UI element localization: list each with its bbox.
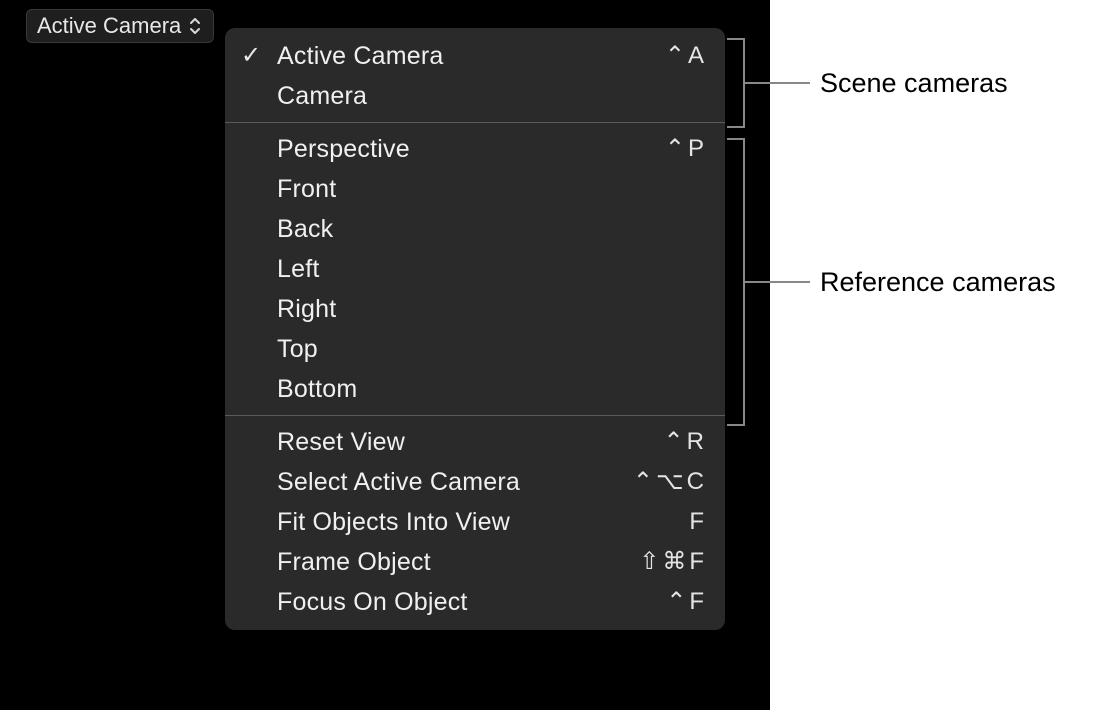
menu-item-right[interactable]: Right bbox=[225, 289, 725, 329]
menu-separator bbox=[225, 415, 725, 416]
menu-item-label: Right bbox=[277, 297, 707, 322]
menu-item-active-camera[interactable]: ✓ Active Camera ⌃A bbox=[225, 36, 725, 76]
menu-item-shortcut: ⌃⌥C bbox=[633, 470, 707, 494]
camera-dropdown[interactable]: Active Camera bbox=[26, 9, 214, 43]
camera-dropdown-label: Active Camera bbox=[37, 13, 181, 38]
menu-item-reset-view[interactable]: Reset View ⌃R bbox=[225, 422, 725, 462]
menu-item-label: Top bbox=[277, 337, 707, 362]
menu-item-label: Frame Object bbox=[277, 550, 639, 575]
menu-item-shortcut: ⌃F bbox=[666, 590, 707, 614]
chevrons-icon bbox=[189, 17, 207, 35]
menu-item-shortcut: ⌃P bbox=[665, 137, 707, 161]
camera-menu[interactable]: ✓ Active Camera ⌃A Camera Perspective ⌃P… bbox=[225, 28, 725, 630]
menu-item-focus-on-object[interactable]: Focus On Object ⌃F bbox=[225, 582, 725, 622]
menu-item-label: Fit Objects Into View bbox=[277, 510, 689, 535]
menu-item-shortcut: ⇧⌘F bbox=[639, 550, 707, 574]
menu-item-left[interactable]: Left bbox=[225, 249, 725, 289]
menu-item-fit-objects-into-view[interactable]: Fit Objects Into View F bbox=[225, 502, 725, 542]
leader-scene bbox=[745, 82, 810, 84]
checkmark-icon: ✓ bbox=[225, 44, 277, 68]
menu-item-label: Perspective bbox=[277, 137, 665, 162]
menu-separator bbox=[225, 122, 725, 123]
bracket-reference bbox=[727, 138, 745, 426]
callout-scene-cameras: Scene cameras bbox=[820, 68, 1008, 99]
bracket-scene bbox=[727, 38, 745, 128]
menu-item-label: Back bbox=[277, 217, 707, 242]
menu-item-top[interactable]: Top bbox=[225, 329, 725, 369]
menu-item-front[interactable]: Front bbox=[225, 169, 725, 209]
menu-item-camera[interactable]: Camera bbox=[225, 76, 725, 116]
menu-item-bottom[interactable]: Bottom bbox=[225, 369, 725, 409]
leader-reference bbox=[745, 281, 810, 283]
menu-item-label: Focus On Object bbox=[277, 590, 666, 615]
menu-item-shortcut: F bbox=[689, 510, 707, 534]
menu-item-select-active-camera[interactable]: Select Active Camera ⌃⌥C bbox=[225, 462, 725, 502]
menu-item-label: Select Active Camera bbox=[277, 470, 633, 495]
stage: Active Camera ✓ Active Camera ⌃A Camera … bbox=[0, 0, 1096, 710]
menu-item-label: Reset View bbox=[277, 430, 664, 455]
menu-item-shortcut: ⌃R bbox=[664, 430, 707, 454]
menu-item-frame-object[interactable]: Frame Object ⇧⌘F bbox=[225, 542, 725, 582]
menu-item-label: Camera bbox=[277, 84, 707, 109]
menu-item-back[interactable]: Back bbox=[225, 209, 725, 249]
menu-item-label: Left bbox=[277, 257, 707, 282]
menu-item-label: Front bbox=[277, 177, 707, 202]
menu-item-shortcut: ⌃A bbox=[665, 44, 707, 68]
menu-item-perspective[interactable]: Perspective ⌃P bbox=[225, 129, 725, 169]
callout-reference-cameras: Reference cameras bbox=[820, 267, 1056, 298]
menu-item-label: Bottom bbox=[277, 377, 707, 402]
menu-item-label: Active Camera bbox=[277, 44, 665, 69]
